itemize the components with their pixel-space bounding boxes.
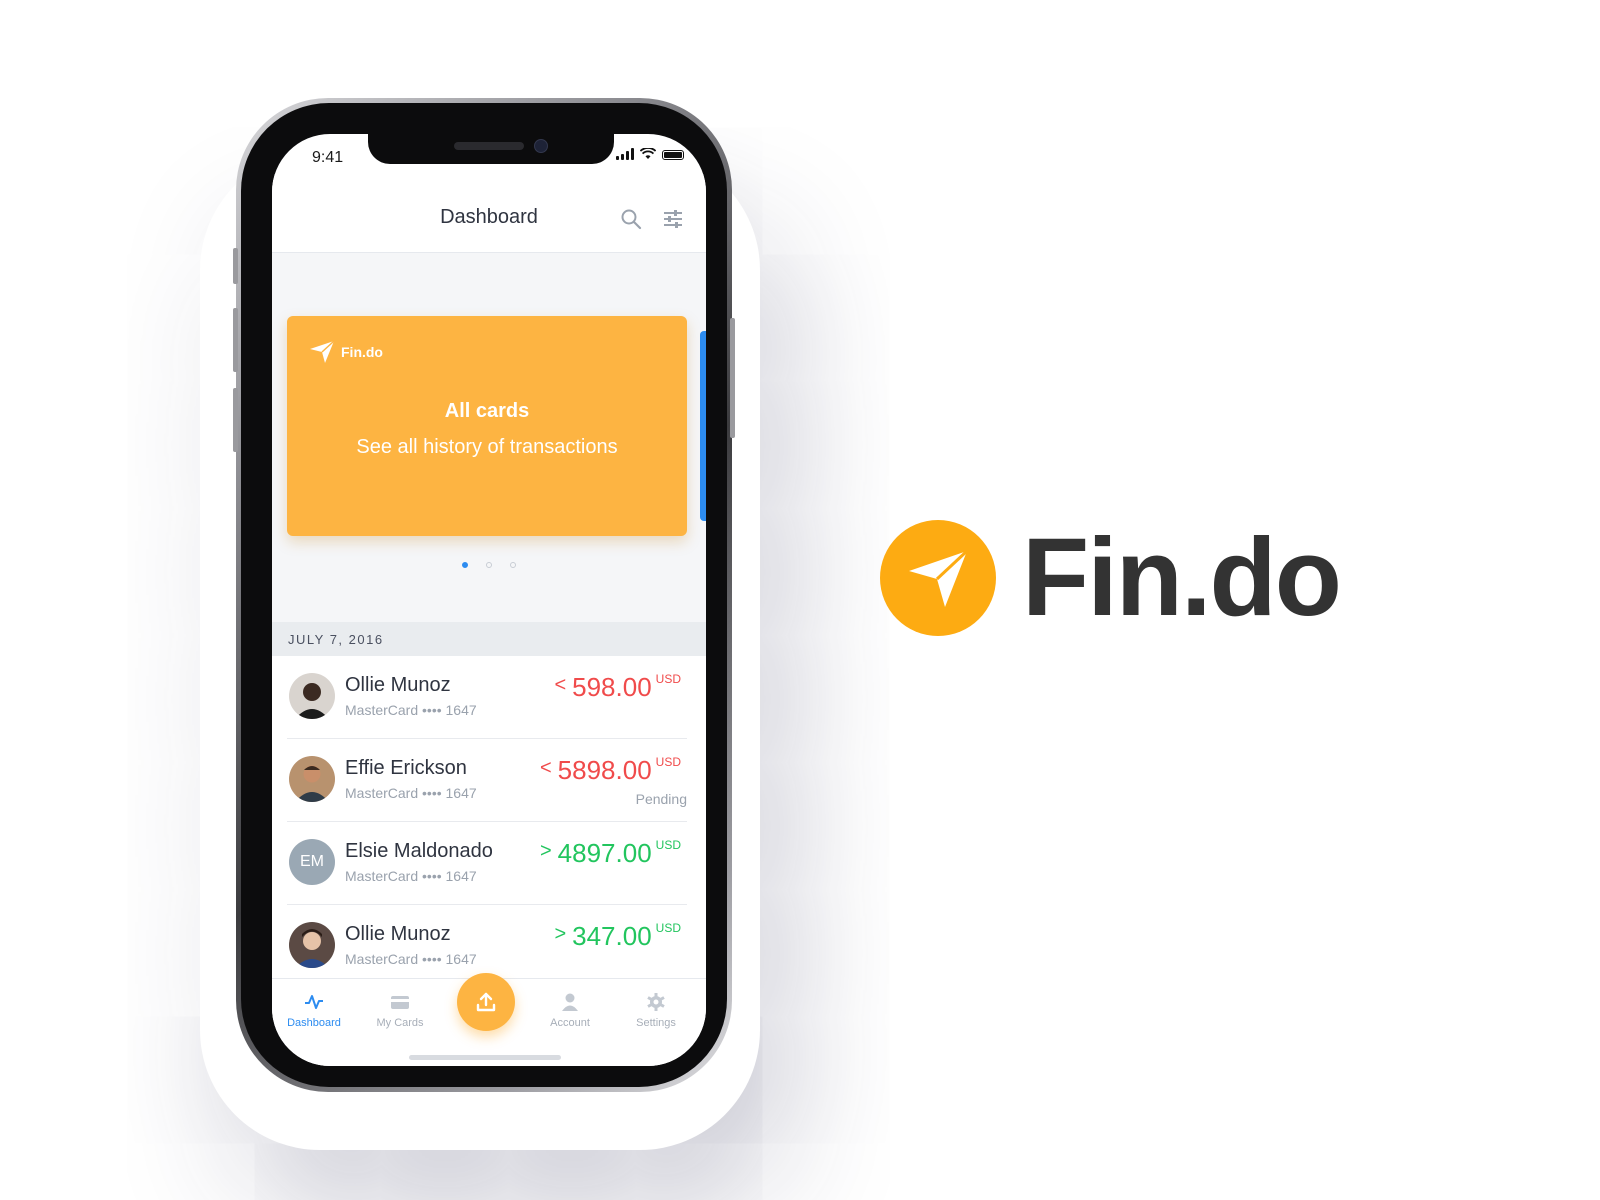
card-title: All cards [444, 400, 530, 422]
next-card-peek[interactable] [700, 331, 706, 521]
sliders-icon[interactable] [662, 208, 684, 230]
tab-dashboard[interactable]: Dashboard [274, 993, 354, 1029]
brand-wordmark: Fin.do [1022, 516, 1342, 639]
front-camera [534, 139, 548, 153]
speaker [454, 142, 524, 150]
amount-currency: USD [655, 672, 681, 686]
notch [368, 134, 614, 164]
tab-settings[interactable]: Settings [616, 993, 696, 1029]
transaction-amount: > 347.00 USD [554, 921, 681, 952]
card-logo: Fin.do [309, 340, 383, 364]
transaction-name: Ollie Munoz [345, 674, 451, 696]
transaction-amount: > 4897.00 USD [540, 838, 681, 869]
pagination-dot-2[interactable] [486, 562, 492, 568]
avatar: EM [289, 839, 335, 885]
avatar [289, 922, 335, 968]
amount-value: 4897.00 [557, 838, 652, 868]
user-icon [562, 993, 578, 1011]
home-indicator[interactable] [409, 1055, 561, 1060]
pagination-dot-1[interactable] [462, 562, 468, 568]
amount-value: 598.00 [572, 672, 652, 702]
transaction-list: Ollie Munoz MasterCard •••• 1647 < 598.0… [287, 656, 687, 987]
amount-currency: USD [655, 838, 681, 852]
transaction-name: Effie Erickson [345, 757, 467, 779]
mute-switch [233, 248, 238, 284]
amount-value: 5898.00 [557, 755, 652, 785]
brand-logo-mark [880, 520, 996, 636]
signal-icon [616, 148, 634, 160]
tab-account[interactable]: Account [530, 993, 610, 1029]
status-badge: Pending [635, 791, 687, 807]
app-header: Dashboard [272, 174, 706, 253]
transaction-card: MasterCard •••• 1647 [345, 951, 477, 967]
transaction-row[interactable]: Effie Erickson MasterCard •••• 1647 < 58… [287, 739, 687, 822]
date-label: JULY 7, 2016 [288, 632, 384, 647]
transaction-row[interactable]: Ollie Munoz MasterCard •••• 1647 < 598.0… [287, 656, 687, 739]
transaction-row[interactable]: EM Elsie Maldonado MasterCard •••• 1647 … [287, 822, 687, 905]
amount-currency: USD [655, 755, 681, 769]
transaction-card: MasterCard •••• 1647 [345, 702, 477, 718]
transaction-card: MasterCard •••• 1647 [345, 785, 477, 801]
card-subtitle: See all history of transactions [356, 436, 618, 458]
wifi-icon [640, 148, 656, 159]
tab-label: Account [550, 1017, 590, 1029]
activity-icon [305, 995, 323, 1009]
transaction-amount: < 598.00 USD [554, 672, 681, 703]
incoming-arrow-icon: > [539, 840, 552, 862]
pagination-dot-3[interactable] [510, 562, 516, 568]
transaction-name: Elsie Maldonado [345, 840, 493, 862]
outgoing-arrow-icon: < [554, 674, 567, 696]
card-icon [391, 996, 409, 1009]
volume-up-button [233, 308, 238, 372]
paper-plane-icon [909, 549, 969, 607]
transaction-amount: < 5898.00 USD [540, 755, 681, 786]
transaction-card: MasterCard •••• 1647 [345, 868, 477, 884]
amount-value: 347.00 [572, 921, 652, 951]
battery-icon [662, 150, 684, 160]
upload-icon [476, 992, 496, 1012]
gear-icon [647, 993, 665, 1011]
card-logo-text: Fin.do [341, 344, 383, 360]
avatar [289, 673, 335, 719]
status-icons [616, 148, 684, 160]
carousel-pagination [272, 562, 706, 568]
phone-frame: 9:41 Dashboard Fin.do All cards See all … [233, 98, 735, 1092]
app-screen: 9:41 Dashboard Fin.do All cards See all … [272, 134, 706, 1066]
avatar [289, 756, 335, 802]
tab-label: Dashboard [287, 1017, 341, 1029]
paper-plane-icon [310, 340, 335, 363]
all-cards-card[interactable]: Fin.do All cards See all history of tran… [287, 316, 687, 536]
tab-bar: Dashboard My Cards Account Settings [272, 973, 706, 1066]
brand-logo: Fin.do [880, 516, 1342, 639]
transaction-name: Ollie Munoz [345, 923, 451, 945]
search-icon[interactable] [620, 208, 642, 230]
tab-my-cards[interactable]: My Cards [360, 993, 440, 1029]
incoming-arrow-icon: > [554, 923, 567, 945]
outgoing-arrow-icon: < [539, 757, 552, 779]
tab-label: Settings [636, 1017, 676, 1029]
status-time: 9:41 [312, 149, 344, 166]
volume-down-button [233, 388, 238, 452]
date-section-header: JULY 7, 2016 [272, 622, 706, 656]
tab-label: My Cards [376, 1017, 424, 1029]
upload-button[interactable] [457, 973, 515, 1031]
power-button [730, 318, 735, 438]
phone-bezel: 9:41 Dashboard Fin.do All cards See all … [241, 103, 727, 1087]
amount-currency: USD [655, 921, 681, 935]
